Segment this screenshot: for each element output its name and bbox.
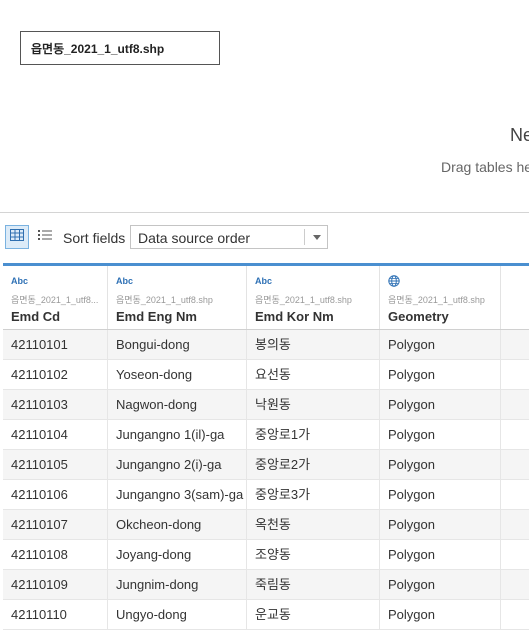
cell-emd-eng-nm: Yoseon-dong	[108, 360, 247, 389]
canvas-title: Ne	[510, 125, 529, 145]
cell-geometry: Polygon	[380, 390, 501, 419]
column-source: 읍면동_2021_1_utf8.shp	[388, 295, 485, 305]
logical-table-chip[interactable]: 읍면동_2021_1_utf8.shp	[20, 31, 220, 65]
grid-view-button[interactable]	[5, 225, 29, 249]
globe-icon[interactable]	[388, 275, 400, 289]
table-row[interactable]: 42110106 Jungangno 3(sam)-ga 중앙로3가 Polyg…	[3, 480, 529, 510]
table-row[interactable]: 42110105 Jungangno 2(i)-ga 중앙로2가 Polygon	[3, 450, 529, 480]
table-row[interactable]: 42110110 Ungyo-dong 운교동 Polygon	[3, 600, 529, 630]
cell-emd-eng-nm: Jungnim-dong	[108, 570, 247, 599]
cell-geometry: Polygon	[380, 600, 501, 629]
cell-emd-cd: 42110104	[3, 420, 108, 449]
cell-emd-eng-nm: Ungyo-dong	[108, 600, 247, 629]
cell-emd-kor-nm: 조양동	[247, 540, 380, 569]
cell-emd-kor-nm: 옥천동	[247, 510, 380, 539]
grid-view-icon	[10, 228, 24, 246]
cell-emd-cd: 42110108	[3, 540, 108, 569]
cell-geometry: Polygon	[380, 510, 501, 539]
cell-emd-eng-nm: Bongui-dong	[108, 330, 247, 359]
string-type-icon[interactable]: Abc	[116, 276, 133, 286]
table-row[interactable]: 42110109 Jungnim-dong 죽림동 Polygon	[3, 570, 529, 600]
sort-fields-value: Data source order	[138, 230, 251, 246]
column-name: Emd Cd	[11, 309, 61, 324]
string-type-icon[interactable]: Abc	[11, 276, 28, 286]
grid-header-row: Abc 읍면동_2021_1_utf8... Emd Cd Abc 읍면동_20…	[3, 263, 529, 330]
cell-emd-eng-nm: Jungangno 2(i)-ga	[108, 450, 247, 479]
cell-emd-eng-nm: Jungangno 3(sam)-ga	[108, 480, 247, 509]
cell-geometry: Polygon	[380, 480, 501, 509]
logical-table-name: 읍면동_2021_1_utf8.shp	[31, 41, 165, 56]
column-name: Emd Kor Nm	[255, 309, 334, 324]
cell-emd-kor-nm: 낙원동	[247, 390, 380, 419]
table-row[interactable]: 42110102 Yoseon-dong 요선동 Polygon	[3, 360, 529, 390]
column-header[interactable]: Abc 읍면동_2021_1_utf8.shp Emd Eng Nm	[108, 266, 247, 329]
cell-emd-eng-nm: Nagwon-dong	[108, 390, 247, 419]
column-header[interactable]: Abc 읍면동_2021_1_utf8.shp Emd Kor Nm	[247, 266, 380, 329]
cell-geometry: Polygon	[380, 330, 501, 359]
column-name: Geometry	[388, 309, 449, 324]
cell-geometry: Polygon	[380, 360, 501, 389]
chevron-down-icon	[313, 235, 321, 240]
cell-emd-cd: 42110105	[3, 450, 108, 479]
column-header[interactable]: 읍면동_2021_1_utf8.shp Geometry	[380, 266, 501, 329]
column-source: 읍면동_2021_1_utf8.shp	[255, 295, 352, 305]
cell-geometry: Polygon	[380, 540, 501, 569]
sort-fields-dropdown[interactable]: Data source order	[130, 225, 328, 249]
cell-emd-kor-nm: 운교동	[247, 600, 380, 629]
column-source: 읍면동_2021_1_utf8...	[11, 295, 99, 305]
cell-geometry: Polygon	[380, 450, 501, 479]
cell-emd-cd: 42110109	[3, 570, 108, 599]
cell-emd-kor-nm: 요선동	[247, 360, 380, 389]
sort-fields-label: Sort fields	[63, 230, 126, 246]
table-row[interactable]: 42110101 Bongui-dong 봉의동 Polygon	[3, 330, 529, 360]
table-row[interactable]: 42110103 Nagwon-dong 낙원동 Polygon	[3, 390, 529, 420]
cell-emd-kor-nm: 봉의동	[247, 330, 380, 359]
data-grid: Abc 읍면동_2021_1_utf8... Emd Cd Abc 읍면동_20…	[3, 263, 529, 630]
pane-divider[interactable]	[0, 212, 529, 213]
canvas-drop-hint: Drag tables he	[441, 159, 529, 175]
cell-emd-kor-nm: 중앙로3가	[247, 480, 380, 509]
cell-emd-cd: 42110106	[3, 480, 108, 509]
data-grid-toolbar: Sort fields Data source order	[0, 221, 529, 253]
cell-geometry: Polygon	[380, 420, 501, 449]
string-type-icon[interactable]: Abc	[255, 276, 272, 286]
cell-emd-cd: 42110102	[3, 360, 108, 389]
list-view-button[interactable]	[34, 225, 56, 249]
cell-emd-eng-nm: Jungangno 1(il)-ga	[108, 420, 247, 449]
cell-emd-cd: 42110110	[3, 600, 108, 629]
table-row[interactable]: 42110104 Jungangno 1(il)-ga 중앙로1가 Polygo…	[3, 420, 529, 450]
cell-emd-kor-nm: 죽림동	[247, 570, 380, 599]
cell-emd-eng-nm: Okcheon-dong	[108, 510, 247, 539]
cell-emd-cd: 42110107	[3, 510, 108, 539]
cell-emd-eng-nm: Joyang-dong	[108, 540, 247, 569]
cell-emd-cd: 42110101	[3, 330, 108, 359]
column-source: 읍면동_2021_1_utf8.shp	[116, 295, 213, 305]
table-row[interactable]: 42110107 Okcheon-dong 옥천동 Polygon	[3, 510, 529, 540]
cell-emd-cd: 42110103	[3, 390, 108, 419]
cell-emd-kor-nm: 중앙로2가	[247, 450, 380, 479]
list-view-icon	[38, 228, 52, 246]
dropdown-separator	[304, 229, 305, 245]
cell-emd-kor-nm: 중앙로1가	[247, 420, 380, 449]
table-row[interactable]: 42110108 Joyang-dong 조양동 Polygon	[3, 540, 529, 570]
column-header[interactable]: Abc 읍면동_2021_1_utf8... Emd Cd	[3, 266, 108, 329]
column-name: Emd Eng Nm	[116, 309, 197, 324]
cell-geometry: Polygon	[380, 570, 501, 599]
